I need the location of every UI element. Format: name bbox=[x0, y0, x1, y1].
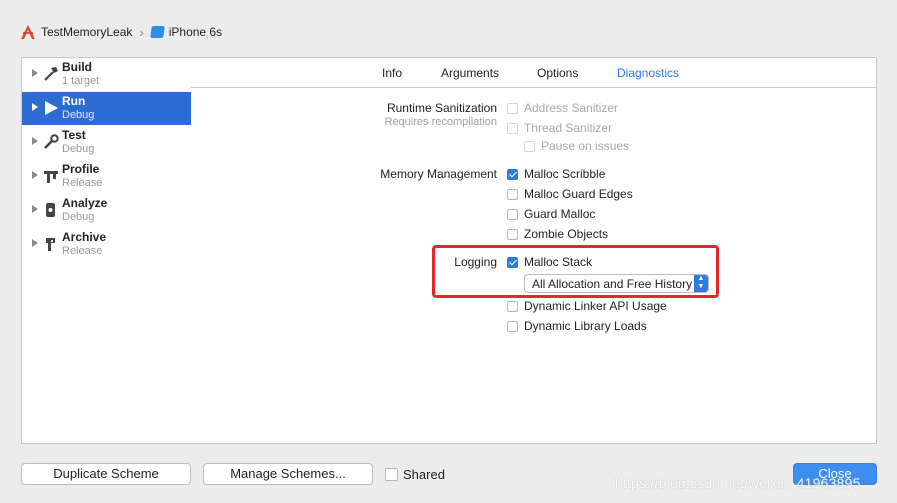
checkbox-box[interactable] bbox=[507, 188, 518, 200]
malloc-guard-edges-checkbox[interactable]: Malloc Guard Edges bbox=[507, 186, 633, 202]
option-label: Address Sanitizer bbox=[524, 101, 619, 115]
option-label: Malloc Guard Edges bbox=[524, 187, 633, 201]
sidebar-item-sublabel: Release bbox=[62, 177, 103, 189]
xcode-project-icon bbox=[20, 24, 36, 40]
runtime-sanitization-label: Runtime Sanitization bbox=[386, 101, 497, 115]
tab-diagnostics[interactable]: Diagnostics bbox=[617, 66, 679, 80]
sidebar-item-label: Build bbox=[62, 60, 92, 74]
project-name[interactable]: TestMemoryLeak bbox=[41, 25, 132, 39]
duplicate-scheme-button[interactable]: Duplicate Scheme bbox=[21, 463, 191, 485]
malloc-scribble-checkbox[interactable]: Malloc Scribble bbox=[507, 166, 605, 182]
sidebar-item-sublabel: 1 target bbox=[62, 75, 100, 87]
hammer-icon bbox=[42, 65, 60, 83]
sidebar-item-archive[interactable]: Archive Release bbox=[22, 228, 192, 261]
sidebar-item-test[interactable]: Test Debug bbox=[22, 126, 192, 159]
option-label: Pause on issues bbox=[541, 139, 630, 153]
wrench-icon bbox=[42, 133, 60, 151]
play-icon bbox=[42, 99, 60, 117]
checkbox-box[interactable] bbox=[385, 468, 398, 481]
pause-on-issues-checkbox[interactable]: Pause on issues bbox=[524, 138, 629, 154]
watermark-text: https://blog.csdn.net/weixin_41963895 bbox=[615, 475, 861, 491]
disclosure-triangle-icon[interactable] bbox=[32, 103, 38, 111]
shared-label: Shared bbox=[403, 467, 445, 482]
dyld-library-loads-checkbox[interactable]: Dynamic Library Loads bbox=[507, 318, 647, 334]
scheme-action-list: Build 1 target Run Debug Test Debug Prof… bbox=[21, 57, 193, 444]
checkbox-box[interactable] bbox=[507, 228, 518, 240]
checkbox-box[interactable] bbox=[507, 102, 518, 114]
checkbox-box[interactable] bbox=[507, 320, 518, 332]
tab-info[interactable]: Info bbox=[382, 66, 402, 80]
sidebar-item-profile[interactable]: Profile Release bbox=[22, 160, 192, 193]
annotation-highlight-box bbox=[432, 245, 719, 298]
option-label: Dynamic Library Loads bbox=[524, 319, 647, 333]
disclosure-triangle-icon[interactable] bbox=[32, 137, 38, 145]
instruments-icon bbox=[42, 167, 60, 185]
checkbox-box[interactable] bbox=[507, 122, 518, 134]
guard-malloc-checkbox[interactable]: Guard Malloc bbox=[507, 206, 595, 222]
disclosure-triangle-icon[interactable] bbox=[32, 171, 38, 179]
tab-options[interactable]: Options bbox=[537, 66, 578, 80]
sidebar-item-label: Test bbox=[62, 128, 86, 142]
sidebar-item-label: Archive bbox=[62, 230, 107, 244]
breadcrumb: TestMemoryLeak › iPhone 6s bbox=[20, 22, 222, 42]
analyze-icon bbox=[42, 201, 60, 219]
disclosure-triangle-icon[interactable] bbox=[32, 69, 38, 77]
option-label: Guard Malloc bbox=[524, 207, 596, 221]
sidebar-item-run[interactable]: Run Debug bbox=[22, 92, 192, 125]
archive-icon bbox=[42, 235, 60, 253]
disclosure-triangle-icon[interactable] bbox=[32, 205, 38, 213]
option-label: Zombie Objects bbox=[524, 227, 609, 241]
option-label: Malloc Scribble bbox=[524, 167, 606, 181]
checkbox-box[interactable] bbox=[507, 168, 518, 180]
tab-arguments[interactable]: Arguments bbox=[441, 66, 499, 80]
sidebar-item-build[interactable]: Build 1 target bbox=[22, 58, 192, 91]
requires-recompilation-note: Requires recompilation bbox=[384, 116, 498, 128]
thread-sanitizer-checkbox[interactable]: Thread Sanitizer bbox=[507, 120, 612, 136]
device-name[interactable]: iPhone 6s bbox=[169, 25, 222, 39]
sidebar-item-sublabel: Debug bbox=[62, 143, 95, 155]
memory-management-label: Memory Management bbox=[380, 167, 497, 181]
address-sanitizer-checkbox[interactable]: Address Sanitizer bbox=[507, 100, 618, 116]
checkbox-box[interactable] bbox=[524, 140, 535, 152]
simulator-device-icon bbox=[149, 26, 165, 38]
sidebar-item-sublabel: Debug bbox=[62, 109, 95, 121]
breadcrumb-separator-icon: › bbox=[139, 24, 144, 40]
shared-checkbox[interactable]: Shared bbox=[385, 467, 445, 482]
option-label: Dynamic Linker API Usage bbox=[524, 299, 667, 313]
option-label: Thread Sanitizer bbox=[524, 121, 613, 135]
checkbox-box[interactable] bbox=[507, 208, 518, 220]
sidebar-item-sublabel: Debug bbox=[62, 211, 95, 223]
checkbox-box[interactable] bbox=[507, 300, 518, 312]
dyld-api-usage-checkbox[interactable]: Dynamic Linker API Usage bbox=[507, 298, 667, 314]
zombie-objects-checkbox[interactable]: Zombie Objects bbox=[507, 226, 608, 242]
tab-bar: Info Arguments Options Diagnostics bbox=[191, 58, 876, 88]
sidebar-item-analyze[interactable]: Analyze Debug bbox=[22, 194, 192, 227]
manage-schemes-button[interactable]: Manage Schemes... bbox=[203, 463, 373, 485]
sidebar-item-label: Profile bbox=[62, 162, 100, 176]
sidebar-item-label: Analyze bbox=[62, 196, 108, 210]
sidebar-item-label: Run bbox=[62, 94, 86, 108]
disclosure-triangle-icon[interactable] bbox=[32, 239, 38, 247]
sidebar-item-sublabel: Release bbox=[62, 245, 103, 257]
